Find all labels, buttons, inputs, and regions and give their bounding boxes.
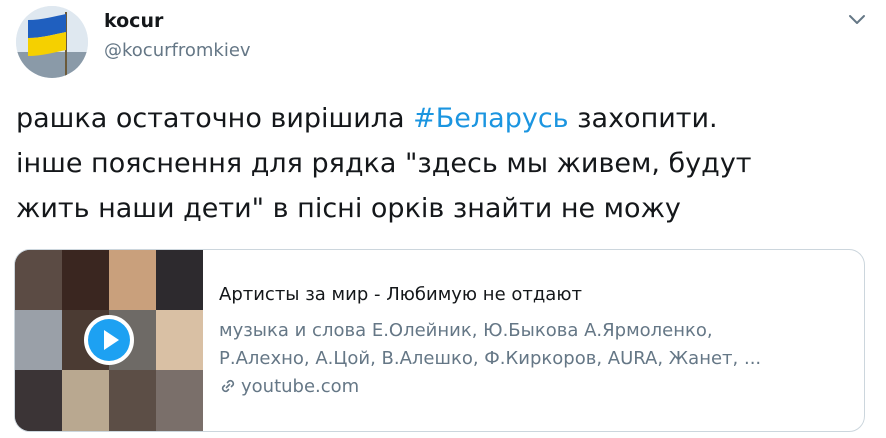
tweet-line-1: рашка остаточно вирішила #Беларусь захоп…	[16, 96, 866, 141]
thumbnail-photo	[109, 370, 156, 431]
hashtag-link[interactable]: #Беларусь	[413, 103, 568, 134]
thumbnail-photo	[156, 310, 203, 370]
author-name[interactable]: kocur	[104, 10, 163, 32]
thumbnail-photo	[156, 250, 203, 310]
tweet-line-3: жить наши дети" в пісні орків знайти не …	[16, 193, 681, 224]
tweet-line-2: інше пояснення для рядка "здесь мы живем…	[16, 148, 752, 179]
card-description-line-1: музыка и слова Е.Олейник, Ю.Быкова А.Ярм…	[219, 320, 713, 341]
play-circle	[88, 319, 130, 361]
thumbnail-photo	[156, 370, 203, 431]
link-card[interactable]: Артисты за мир - Любимую не отдают музык…	[14, 249, 865, 432]
card-title[interactable]: Артисты за мир - Любимую не отдают	[219, 284, 582, 305]
avatar[interactable]	[16, 6, 88, 78]
thumbnail-photo	[62, 370, 109, 431]
tweet-text: рашка остаточно вирішила #Беларусь захоп…	[16, 96, 866, 231]
author-handle[interactable]: @kocurfromkiev	[104, 40, 251, 61]
tweet-line-1-pre: рашка остаточно вирішила	[16, 103, 414, 134]
card-description-line-2: Р.Алехно, А.Цой, В.Алешко, Ф.Киркоров, A…	[219, 348, 762, 369]
thumbnail-photo	[62, 250, 109, 310]
thumbnail-photo	[15, 250, 62, 310]
ukraine-flag-avatar	[16, 6, 88, 78]
thumbnail-photo	[15, 370, 62, 431]
card-link-text: youtube.com	[241, 376, 360, 397]
tweet-line-1-post: захопити.	[568, 103, 718, 134]
thumbnail-photo	[15, 310, 62, 370]
play-button[interactable]	[84, 315, 134, 365]
thumbnail-photo	[109, 250, 156, 310]
card-description: музыка и слова Е.Олейник, Ю.Быкова А.Ярм…	[219, 317, 849, 373]
link-icon	[221, 379, 235, 393]
card-link[interactable]: youtube.com	[219, 376, 359, 397]
play-icon	[104, 330, 119, 350]
video-thumbnail[interactable]	[15, 250, 203, 431]
chevron-down-icon[interactable]	[846, 8, 868, 30]
